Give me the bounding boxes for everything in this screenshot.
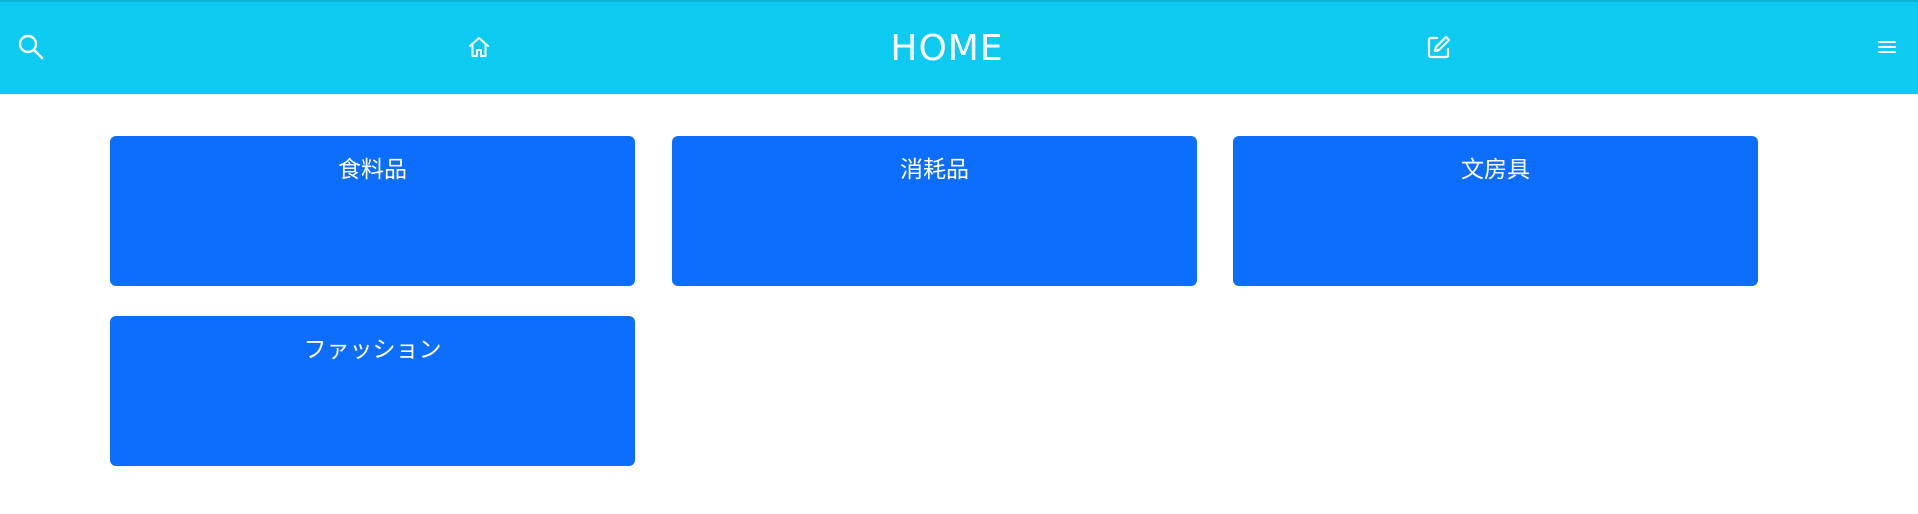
edit-icon <box>1427 35 1451 59</box>
category-card-stationery[interactable]: 文房具 <box>1233 136 1758 286</box>
page-title: HOME <box>890 28 1004 69</box>
menu-icon <box>1878 41 1896 53</box>
search-button[interactable] <box>14 30 48 64</box>
category-label: 食料品 <box>338 157 407 183</box>
category-label: ファッション <box>303 337 442 363</box>
search-icon <box>18 34 44 60</box>
edit-button[interactable] <box>1422 30 1456 64</box>
category-card-consumables[interactable]: 消耗品 <box>672 136 1197 286</box>
header-bar: HOME <box>0 0 1918 94</box>
menu-button[interactable] <box>1870 30 1904 64</box>
home-icon <box>469 37 489 57</box>
category-card-food[interactable]: 食料品 <box>110 136 635 286</box>
home-button[interactable] <box>462 30 496 64</box>
category-card-fashion[interactable]: ファッション <box>110 316 635 466</box>
category-label: 文房具 <box>1461 157 1530 183</box>
category-label: 消耗品 <box>900 157 969 183</box>
